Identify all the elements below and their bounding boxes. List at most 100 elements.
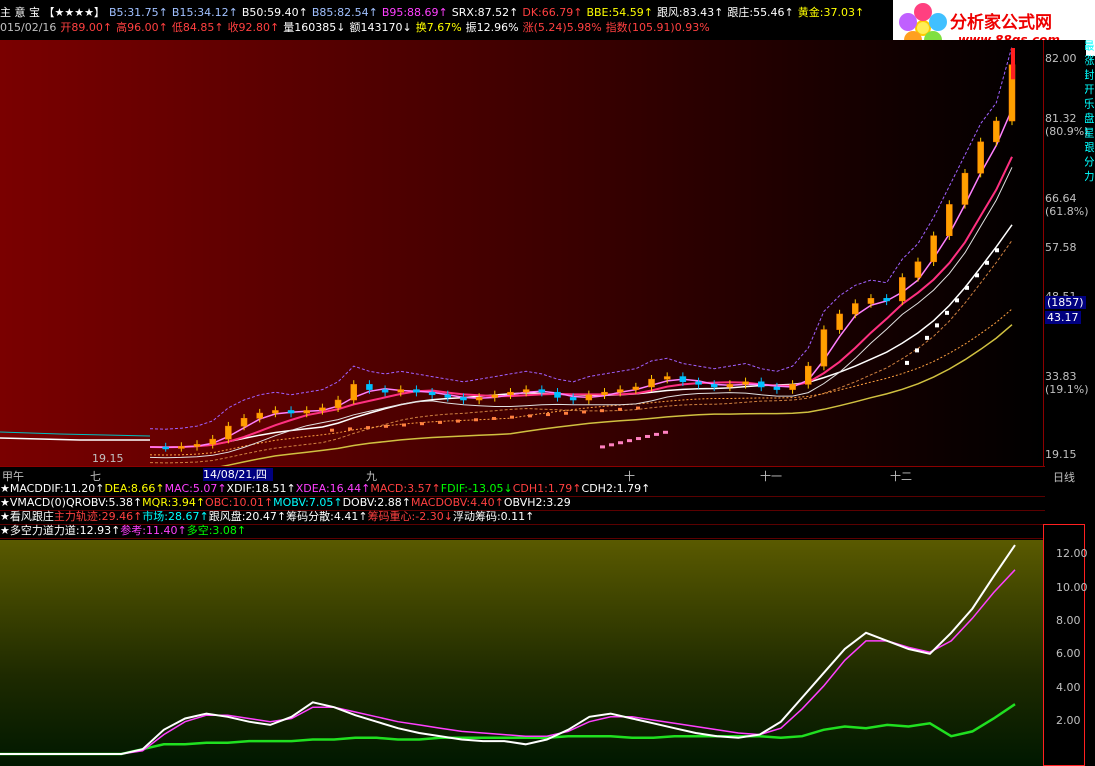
signal-marker <box>965 285 969 290</box>
candle-body <box>522 389 530 393</box>
candle-body <box>428 391 436 396</box>
candle-body <box>287 410 295 414</box>
price-axis-label: 33.83 <box>1045 370 1077 383</box>
price-axis-label: 57.58 <box>1045 241 1077 254</box>
indicator-value: ★MACD <box>0 482 43 495</box>
indicator-value: 多空:3.08↑ <box>186 524 247 537</box>
chip-marker <box>600 445 605 449</box>
candle-body <box>585 394 593 401</box>
period-daily-label[interactable]: 日线 <box>1053 469 1075 485</box>
chip-marker <box>330 428 334 432</box>
candle-body <box>993 120 1000 143</box>
indicator-value: MOBV:7.05↑ <box>273 496 343 509</box>
price-axis-label: 19.15 <box>1045 448 1077 461</box>
candle-body <box>852 303 859 315</box>
candle-body <box>648 378 655 388</box>
cursor-date-label: 14/08/21,四 <box>203 468 273 481</box>
chip-marker <box>627 439 632 443</box>
indicator-value: CDH2:1.79↑ <box>581 482 651 495</box>
indicator-value: MAC:5.07↑ <box>164 482 227 495</box>
indicator-value: XDEA:16.44↑ <box>295 482 371 495</box>
chip-marker <box>420 422 424 426</box>
candle-body <box>178 446 185 449</box>
signal-marker <box>905 360 909 365</box>
quote-field: B50:59.40↑ <box>241 6 308 19</box>
signal-marker <box>985 260 989 265</box>
chip-marker <box>636 437 641 441</box>
indicator-value: MQR:3.94↑ <box>142 496 206 509</box>
indicator-row-macd[interactable]: ★MACDDIF:11.20↑DEA:8.66↑MAC:5.07↑XDIF:18… <box>0 482 1045 497</box>
quote-field: B85:82.54↑ <box>311 6 378 19</box>
candle-body <box>914 261 922 278</box>
indicator-row-vmacd[interactable]: ★VMACD(0)QROBV:5.38↑MQR:3.94↑OBC:10.01↑M… <box>0 496 1045 511</box>
chip-marker <box>618 441 623 445</box>
chip-marker <box>438 420 442 424</box>
candle-body <box>977 141 984 174</box>
price-axis-label: (19.1%) <box>1045 383 1089 396</box>
candle-body <box>757 381 765 388</box>
indicator-row-kanfeng[interactable]: ★看风跟庄主力轨迹:29.46↑市场:28.67↑跟风盘:20.47↑筹码分散:… <box>0 510 1045 525</box>
candle-body <box>805 365 812 385</box>
signal-marker <box>955 298 959 303</box>
quote-field: BBE:54.59↑ <box>586 6 653 19</box>
price-axis-label: 82.00 <box>1045 52 1077 65</box>
quote-field: 跟庄:55.46↑ <box>727 6 794 19</box>
quote-field: 黄金:37.03↑ <box>797 6 865 19</box>
indicator-value: FDIF:-13.05↓ <box>440 482 513 495</box>
candle-body <box>303 410 310 414</box>
indicator-value: DOBV:2.88↑ <box>342 496 411 509</box>
candle-body <box>742 381 749 385</box>
price-axis-label: (1857) <box>1045 296 1086 309</box>
quote-field: 低84.85↑ <box>171 21 224 34</box>
quote-field: B15:34.12↑ <box>171 6 238 19</box>
candle-body <box>899 277 906 302</box>
indicator-row-duokong[interactable]: ★多空力道力道:12.93↑参考:11.40↑多空:3.08↑ <box>0 524 1045 539</box>
quote-field: 收92.80↑ <box>227 21 280 34</box>
quote-field: 高96.00↑ <box>116 21 168 34</box>
candle-body <box>695 381 702 385</box>
chip-marker <box>609 443 614 447</box>
chip-marker <box>546 413 550 417</box>
candle-body <box>836 313 843 330</box>
chip-marker <box>528 414 532 418</box>
force-chart[interactable] <box>0 540 1043 766</box>
chip-marker <box>402 423 406 427</box>
force-axis <box>1043 524 1085 766</box>
signal-marker <box>925 335 929 340</box>
chip-marker <box>663 430 668 434</box>
candle-body <box>397 389 405 393</box>
chip-marker <box>600 409 604 413</box>
quote-field: 015/02/16 <box>0 21 57 34</box>
candle-body <box>538 389 546 393</box>
quote-field: DK:66.79↑ <box>522 6 583 19</box>
candle-body <box>460 397 467 401</box>
indicator-value: ★多空力道 <box>0 524 54 537</box>
indicator-value: OBC:10.01↑ <box>205 496 274 509</box>
logo-title: 分析家公式网 <box>950 13 1052 33</box>
indicator-value: QROBV:5.38↑ <box>65 496 143 509</box>
chip-marker <box>474 418 478 422</box>
quote-header-row-1: 主 意 宝 【★★★★】 B5:31.75↑ B15:34.12↑ B50:59.40… <box>0 6 1045 19</box>
indicator-value: OBVH2:3.29 <box>503 496 571 509</box>
force-axis-label: 2.00 <box>1056 714 1081 727</box>
candle-body <box>726 384 734 388</box>
price-chart[interactable]: 19.15 <box>0 40 1043 466</box>
indicator-value: 筹码重心:-2.30↓ <box>367 510 453 523</box>
quote-field: 跟风:83.43↑ <box>656 6 724 19</box>
price-axis-label: (80.9%) <box>1045 125 1089 138</box>
chip-marker <box>510 415 514 419</box>
candle-body <box>240 418 248 427</box>
indicator-value: DEA:8.66↑ <box>104 482 165 495</box>
candle-body <box>946 204 953 236</box>
candle-body <box>632 386 640 390</box>
candle-body <box>350 384 357 401</box>
candle-body <box>475 397 483 401</box>
signal-marker <box>935 323 939 328</box>
candle-body <box>710 384 718 388</box>
candle-body <box>193 444 201 447</box>
quote-field: SRX:87.52↑ <box>451 6 519 19</box>
chip-marker <box>564 411 568 415</box>
quote-header-row-2: 015/02/16 开89.00↑ 高96.00↑ 低84.85↑ 收92.80↑ 量16… <box>0 21 1045 34</box>
indicator-value: 参考:11.40↑ <box>120 524 187 537</box>
candle-body <box>162 446 169 450</box>
